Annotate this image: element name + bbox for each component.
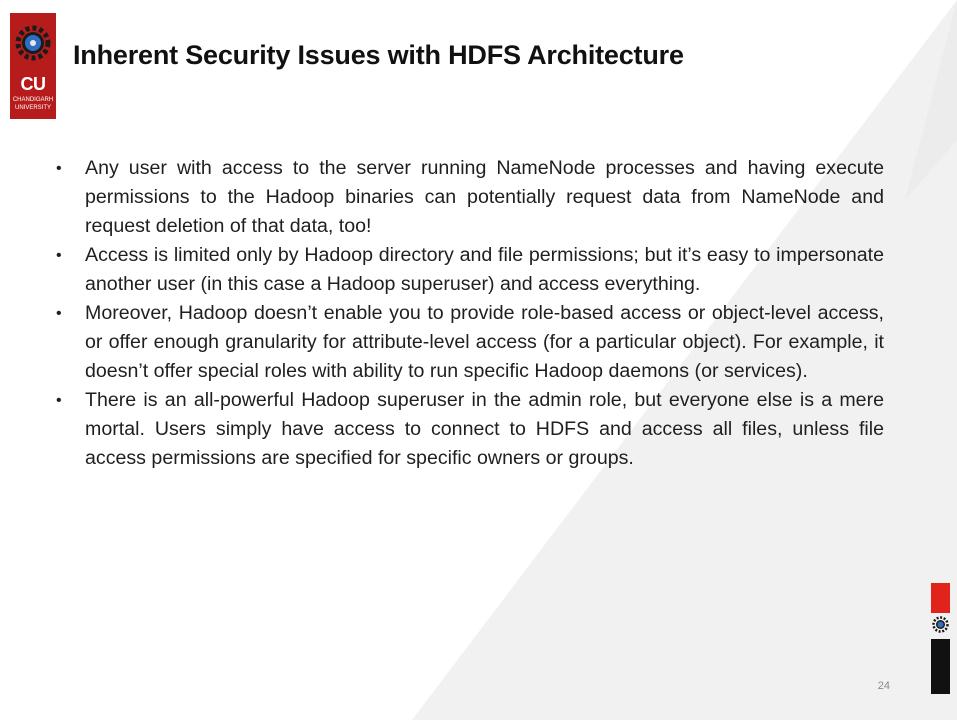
gear-emblem-icon [15, 25, 51, 61]
bullet-dot-icon: • [56, 305, 62, 322]
bullet-dot-icon: • [56, 160, 62, 177]
bullet-text: Any user with access to the server runni… [85, 157, 884, 237]
slide-title: Inherent Security Issues with HDFS Archi… [73, 40, 684, 70]
bullet-dot-icon: • [56, 247, 62, 264]
bullet-text: Access is limited only by Hadoop directo… [85, 244, 884, 295]
logo-line-2: UNIVERSITY [14, 105, 51, 111]
bullet-item: • Any user with access to the server run… [50, 154, 884, 241]
university-logo: CU CHANDIGARH UNIVERSITY [10, 13, 56, 119]
side-gear-icon [932, 616, 949, 633]
bullet-dot-icon: • [56, 392, 62, 409]
bullet-item: • Moreover, Hadoop doesn’t enable you to… [50, 299, 884, 386]
page-number: 24 [877, 680, 890, 692]
bullet-list: • Any user with access to the server run… [50, 154, 884, 473]
side-black-bar [931, 639, 950, 694]
bullet-item: • Access is limited only by Hadoop direc… [50, 241, 884, 299]
bullet-item: • There is an all-powerful Hadoop superu… [50, 386, 884, 473]
side-red-bar [931, 583, 950, 613]
logo-abbreviation: CU [20, 74, 47, 94]
logo-line-1: CHANDIGARH [12, 97, 54, 103]
bullet-text: Moreover, Hadoop doesn’t enable you to p… [85, 302, 884, 382]
bullet-text: There is an all-powerful Hadoop superuse… [85, 389, 884, 469]
